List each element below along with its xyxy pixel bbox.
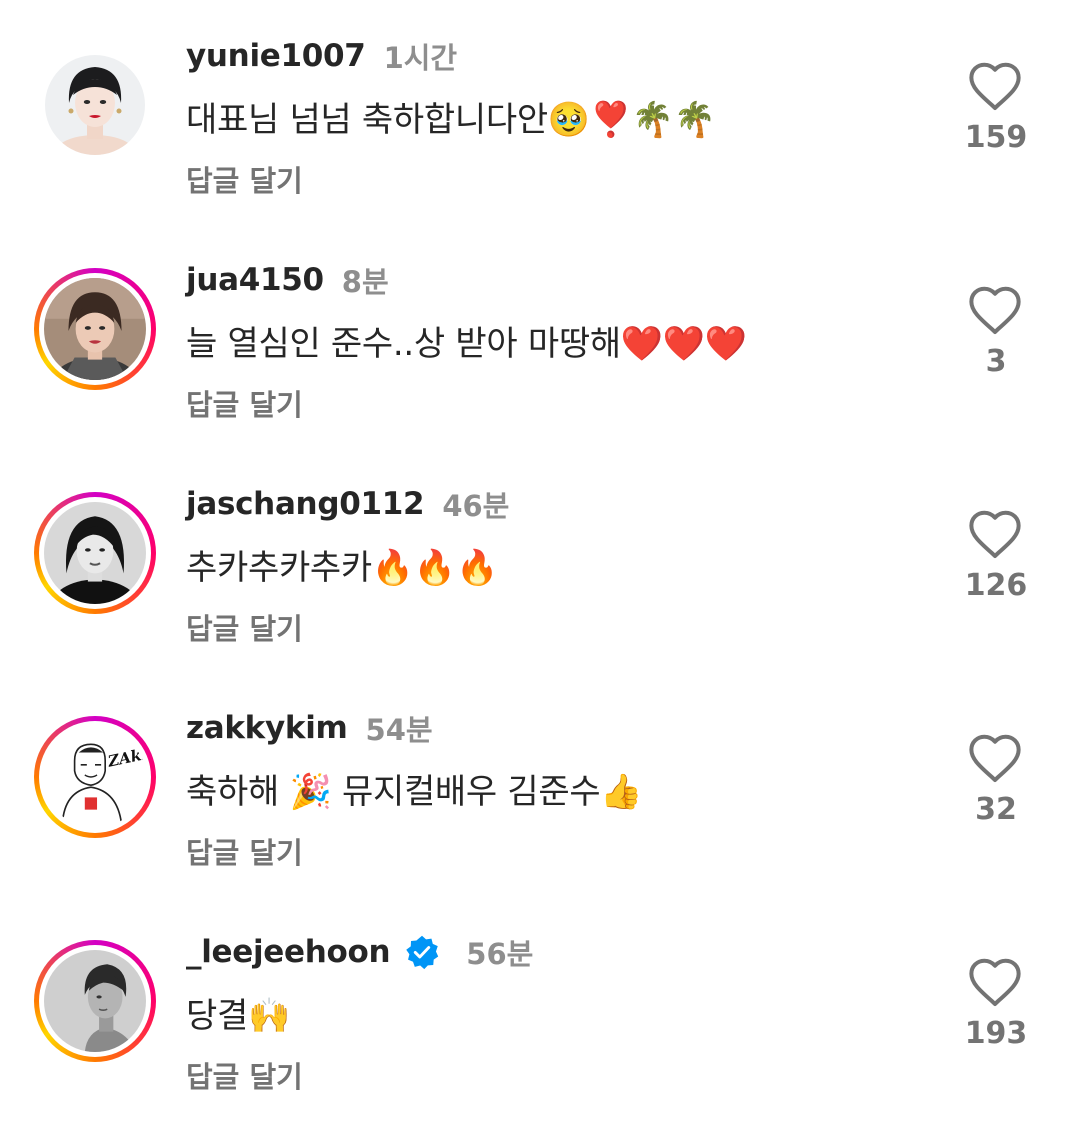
comment-text: 대표님 넘넘 축하합니다안🥹❣️🌴🌴 — [186, 100, 716, 140]
heart-icon[interactable] — [966, 732, 1024, 784]
heart-icon[interactable] — [966, 956, 1024, 1008]
username[interactable]: yunie1007 — [186, 38, 366, 74]
comment-item: yunie1007 1시간 대표님 넘넘 축하합니다안🥹❣️🌴🌴 답글 달기 1… — [0, 10, 1080, 234]
avatar[interactable] — [34, 44, 156, 166]
heart-icon[interactable] — [966, 508, 1024, 560]
like-count: 126 — [964, 568, 1028, 603]
timestamp: 56분 — [466, 937, 534, 971]
avatar[interactable] — [34, 492, 156, 614]
comment-item: jaschang0112 46분 추카추카추카🔥🔥🔥 답글 달기 126 — [0, 458, 1080, 682]
avatar-photo — [44, 502, 146, 604]
username[interactable]: _leejeehoon — [186, 934, 391, 970]
timestamp: 8분 — [341, 265, 389, 299]
comment-item: jua4150 8분 늘 열심인 준수..상 받아 마땅해❤️❤️❤️ 답글 달… — [0, 234, 1080, 458]
timestamp: 54분 — [365, 713, 433, 747]
timestamp: 46분 — [442, 489, 510, 523]
reply-button[interactable]: 답글 달기 — [186, 1054, 303, 1096]
avatar-photo — [44, 278, 146, 380]
avatar-photo: ZAkky — [44, 726, 146, 828]
heart-icon[interactable] — [966, 60, 1024, 112]
timestamp: 1시간 — [383, 41, 458, 75]
heart-icon[interactable] — [966, 284, 1024, 336]
verified-badge-icon — [406, 935, 439, 970]
reply-button[interactable]: 답글 달기 — [186, 382, 303, 424]
avatar-photo — [45, 55, 145, 155]
comment-text: 늘 열심인 준수..상 받아 마땅해❤️❤️❤️ — [186, 324, 747, 364]
comment-text: 당결🙌 — [186, 996, 290, 1036]
reply-button[interactable]: 답글 달기 — [186, 830, 303, 872]
avatar[interactable] — [34, 940, 156, 1062]
comment-item: ZAkky zakkykim 54분 축하해 🎉 뮤지컬배우 김준수👍 답글 달… — [0, 682, 1080, 906]
like-count: 193 — [964, 1016, 1028, 1051]
comment-text: 추카추카추카🔥🔥🔥 — [186, 548, 498, 588]
like-count: 159 — [964, 120, 1028, 155]
username[interactable]: jaschang0112 — [186, 486, 425, 522]
reply-button[interactable]: 답글 달기 — [186, 606, 303, 648]
avatar[interactable]: ZAkky — [34, 716, 156, 838]
reply-button[interactable]: 답글 달기 — [186, 158, 303, 200]
username[interactable]: jua4150 — [186, 262, 324, 298]
avatar-photo — [44, 950, 146, 1052]
avatar[interactable] — [34, 268, 156, 390]
like-count: 3 — [985, 344, 1007, 379]
like-count: 32 — [975, 792, 1017, 827]
comment-item: _leejeehoon 56분 당결🙌 답글 달기 193 — [0, 906, 1080, 1130]
username[interactable]: zakkykim — [186, 710, 348, 746]
comment-text: 축하해 🎉 뮤지컬배우 김준수👍 — [186, 772, 643, 812]
